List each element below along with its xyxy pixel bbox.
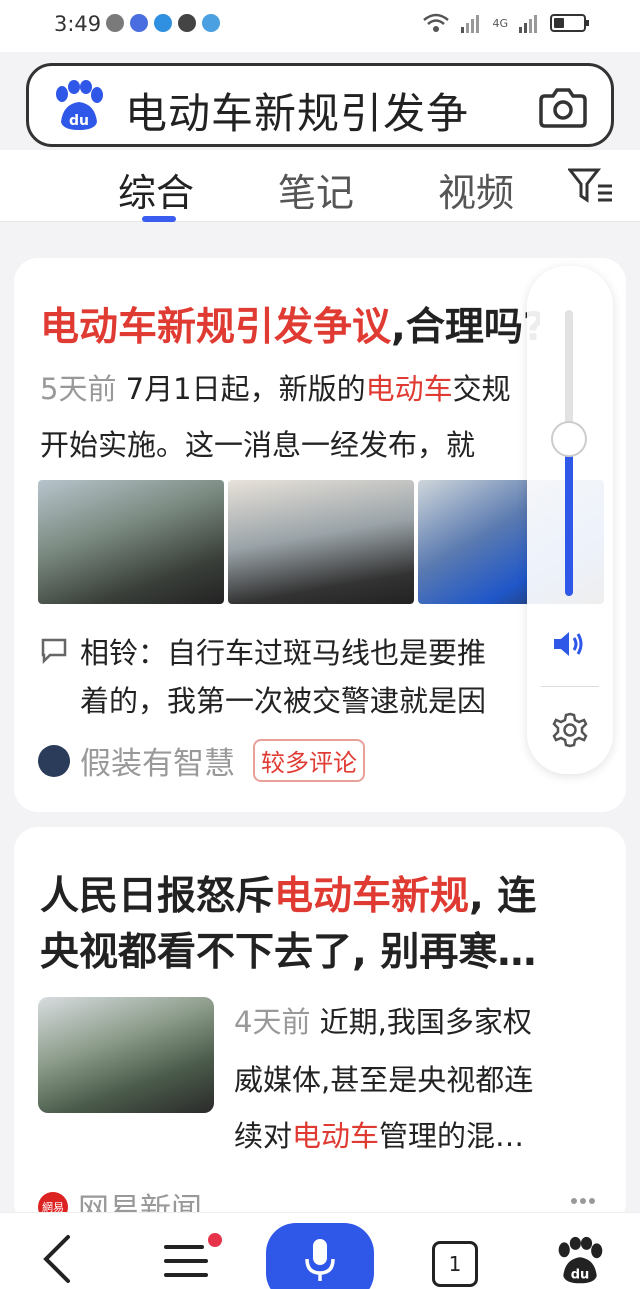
- avatar[interactable]: [38, 744, 70, 777]
- more-options-icon[interactable]: [570, 1197, 596, 1205]
- card-title-line-2[interactable]: 央视都看不下去了, 别再寒…: [40, 921, 600, 977]
- snippet-text-end: 交规: [452, 372, 511, 406]
- divider: [541, 686, 599, 687]
- camera-icon[interactable]: [539, 84, 587, 128]
- status-time: 3:49: [54, 12, 102, 36]
- snippet-text-end: 管理的混…: [379, 1119, 525, 1153]
- snippet-text: 7月1日起，新版的: [116, 372, 366, 406]
- hot-comments-badge: 较多评论: [253, 739, 365, 782]
- alipay-icon: [178, 14, 196, 32]
- status-right: 4G: [422, 12, 589, 34]
- volume-level-fill: [565, 439, 573, 596]
- browser-icon: [202, 14, 220, 32]
- comment-icon: [41, 638, 67, 664]
- result-card-2[interactable]: 人民日报怒斥电动车新规, 连 央视都看不下去了, 别再寒… 4天前 近期,我国多…: [14, 827, 626, 1227]
- volume-slider-knob[interactable]: [551, 421, 587, 457]
- svg-text:du: du: [571, 1268, 590, 1283]
- status-bar: 3:49 4G: [0, 0, 640, 52]
- snippet-highlight: 电动车: [292, 1119, 380, 1153]
- card-title[interactable]: 电动车新规引发争议,合理吗?: [40, 296, 540, 352]
- author-name[interactable]: 假装有智慧: [80, 738, 235, 783]
- card-snippet-line-1: 5天前 7月1日起，新版的电动车交规: [40, 366, 530, 408]
- card-time: 4天前: [234, 1005, 311, 1039]
- author-row[interactable]: 假装有智慧 较多评论: [38, 738, 365, 783]
- baidu-logo-icon[interactable]: du: [51, 80, 107, 132]
- volume-panel: [527, 266, 613, 774]
- speaker-icon[interactable]: [551, 628, 587, 660]
- title-text: 人民日报怒斥: [40, 874, 275, 919]
- card-title-line-1[interactable]: 人民日报怒斥电动车新规, 连: [40, 865, 600, 921]
- tab-notes[interactable]: 笔记: [278, 162, 354, 217]
- bulb-icon: [154, 14, 172, 32]
- bottom-nav: 1 du: [0, 1212, 640, 1289]
- signal-icon: [461, 15, 480, 33]
- notification-dot: [208, 1233, 222, 1247]
- network-type: 4G: [492, 16, 508, 30]
- card-snippet-line-1: 4天前 近期,我国多家权: [234, 999, 594, 1041]
- filter-icon[interactable]: [568, 166, 614, 206]
- news-photo-1[interactable]: [38, 480, 224, 604]
- title-rest: ,合理吗?: [391, 305, 540, 350]
- baidu-home-icon[interactable]: du: [554, 1235, 606, 1287]
- wechat-icon: [106, 14, 124, 32]
- card-snippet-line-3: 续对电动车管理的混…: [234, 1113, 594, 1155]
- comment-line-1: 相铃：自行车过斑马线也是要推: [80, 636, 487, 670]
- baidu-paw-small-icon: [130, 14, 148, 32]
- card-image-row[interactable]: [38, 480, 604, 604]
- result-tabs: 综合 笔记 视频: [0, 150, 640, 222]
- news-photo-2[interactable]: [228, 480, 414, 604]
- card-snippet-line-2: 开始实施。这一消息一经发布，就: [40, 428, 476, 462]
- gear-icon[interactable]: [551, 711, 589, 749]
- card-snippet-line-2: 威媒体,甚至是央视都连: [234, 1063, 534, 1097]
- wifi-icon: [423, 13, 450, 32]
- snippet-highlight: 电动车: [365, 372, 453, 406]
- menu-icon[interactable]: [162, 1243, 210, 1279]
- search-input[interactable]: 电动车新规引发争: [125, 80, 515, 141]
- snippet-text: 续对: [234, 1119, 293, 1153]
- search-bar[interactable]: du 电动车新规引发争: [26, 63, 614, 147]
- comment-line-2: 着的，我第一次被交警逮就是因: [80, 684, 487, 718]
- news-photo[interactable]: [38, 997, 214, 1113]
- tab-count-button[interactable]: 1: [432, 1241, 478, 1287]
- status-app-icons: [106, 14, 220, 32]
- active-tab-indicator: [142, 216, 176, 222]
- tab-video[interactable]: 视频: [438, 162, 514, 217]
- voice-search-button[interactable]: [266, 1223, 374, 1289]
- microphone-icon: [305, 1239, 335, 1281]
- svg-text:du: du: [69, 113, 89, 129]
- signal-icon-2: [519, 15, 537, 33]
- battery-icon: [550, 14, 589, 32]
- card-time: 5天前: [40, 372, 117, 406]
- title-text-end: , 连: [469, 874, 537, 919]
- title-highlight: 电动车新规引发争议: [40, 305, 392, 350]
- snippet-text: 近期,我国多家权: [310, 1005, 532, 1039]
- back-icon[interactable]: [40, 1233, 74, 1285]
- tab-comprehensive[interactable]: 综合: [118, 162, 194, 217]
- title-highlight: 电动车新规: [274, 874, 470, 919]
